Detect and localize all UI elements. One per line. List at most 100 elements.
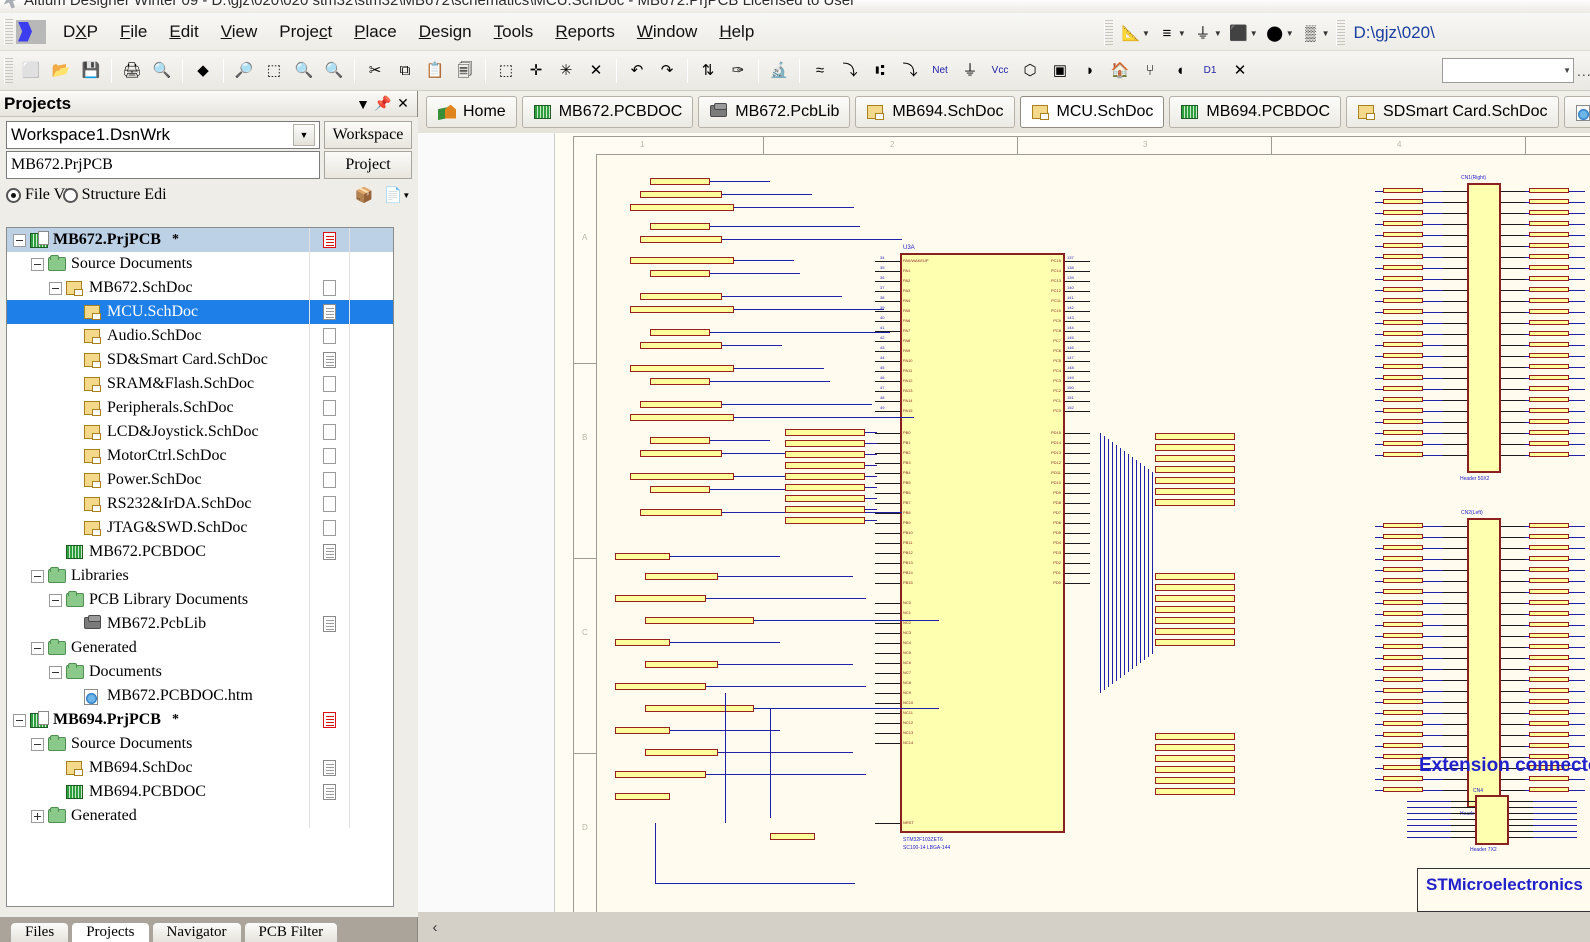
document-tab-mb672-pcblib[interactable]: MB672.PcbLib bbox=[698, 96, 851, 128]
tree-item[interactable]: Documents bbox=[7, 660, 393, 684]
tree-item[interactable]: MB694.PCBDOC bbox=[7, 780, 393, 804]
chevron-down-icon[interactable]: ▼ bbox=[1322, 29, 1330, 38]
hierarchy-button[interactable]: ⇅ bbox=[694, 57, 722, 85]
radio-file-view[interactable]: File Vi bbox=[6, 186, 69, 204]
menu-item-reports[interactable]: Reports bbox=[544, 18, 626, 46]
browse-library-button[interactable]: 🔬 bbox=[765, 57, 793, 85]
tree-item[interactable]: MB672.PrjPCB * bbox=[7, 228, 393, 252]
pin-icon[interactable]: 📌 bbox=[373, 95, 393, 112]
tree-item[interactable]: SD&Smart Card.SchDoc bbox=[7, 348, 393, 372]
tree-item[interactable]: MB694.PrjPCB * bbox=[7, 708, 393, 732]
place-part-button[interactable]: ⬡ bbox=[1016, 57, 1044, 85]
project-tree[interactable]: MB672.PrjPCB * Source Documents MB672.SchDo… bbox=[6, 227, 394, 907]
chevron-down-icon[interactable]: ▼ bbox=[1250, 29, 1258, 38]
place-harness-button[interactable]: ⑂ bbox=[1136, 57, 1164, 85]
alignment-tools-button[interactable]: ≡ bbox=[1153, 19, 1181, 47]
path-grip[interactable] bbox=[1335, 20, 1345, 46]
chevron-down-icon[interactable]: ▼ bbox=[1214, 29, 1222, 38]
clear-filter-button[interactable]: ✕ bbox=[582, 57, 610, 85]
collapse-icon[interactable] bbox=[31, 641, 44, 655]
radio-structure-editor[interactable]: Structure Edi bbox=[62, 186, 167, 204]
redo-button[interactable]: ↷ bbox=[653, 57, 681, 85]
menu-item-file[interactable]: File bbox=[109, 18, 158, 46]
collapse-icon[interactable] bbox=[31, 569, 44, 583]
menu-item-view[interactable]: View bbox=[210, 18, 269, 46]
chevron-down-icon[interactable]: ▼ bbox=[293, 124, 315, 146]
document-tab-mb69[interactable]: MB69 bbox=[1563, 96, 1590, 128]
tree-item[interactable]: Source Documents bbox=[7, 252, 393, 276]
tree-item[interactable]: JTAG&SWD.SchDoc bbox=[7, 516, 393, 540]
collapse-icon[interactable] bbox=[31, 257, 44, 271]
collapse-icon[interactable] bbox=[13, 713, 26, 727]
project-button[interactable]: Project bbox=[324, 151, 412, 179]
tree-item[interactable]: MCU.SchDoc bbox=[7, 300, 393, 324]
expand-icon[interactable] bbox=[31, 809, 44, 823]
new-document-button[interactable]: ⬜ bbox=[17, 57, 45, 85]
panel-tab-navigator[interactable]: Navigator bbox=[151, 922, 242, 942]
place-sheet-entry-button[interactable]: ◗ bbox=[1076, 57, 1104, 85]
tree-item[interactable]: MB672.PCBDOC bbox=[7, 540, 393, 564]
panel-tab-pcb-filter[interactable]: PCB Filter bbox=[243, 922, 339, 942]
document-tab-mcu-schdoc[interactable]: MCU.SchDoc bbox=[1019, 96, 1165, 128]
collapse-icon[interactable] bbox=[49, 281, 62, 295]
tree-item[interactable]: SRAM&Flash.SchDoc bbox=[7, 372, 393, 396]
place-device-sheet-button[interactable]: 🏠 bbox=[1106, 57, 1134, 85]
zoom-area-button[interactable]: ⬚ bbox=[260, 57, 288, 85]
place-bus-entry-button[interactable]: ⑆ bbox=[866, 57, 894, 85]
tree-item[interactable]: MB672.PCBDOC.htm bbox=[7, 684, 393, 708]
place-line-button[interactable]: ⤵ bbox=[896, 57, 924, 85]
menu-item-design[interactable]: Design bbox=[408, 18, 483, 46]
panel-tab-files[interactable]: Files bbox=[10, 922, 70, 942]
select-area-button[interactable]: ⬚ bbox=[492, 57, 520, 85]
save-button[interactable]: 💾 bbox=[77, 57, 105, 85]
document-tab-mb672-pcbdoc[interactable]: MB672.PCBDOC bbox=[521, 96, 694, 128]
chevron-down-icon[interactable]: ▼ bbox=[1142, 29, 1150, 38]
place-port-button[interactable]: D1 bbox=[1196, 57, 1224, 85]
menu-item-help[interactable]: Help bbox=[708, 18, 765, 46]
menu-item-tools[interactable]: Tools bbox=[483, 18, 545, 46]
power-port-tools-button[interactable]: ⏚ bbox=[1189, 19, 1217, 47]
document-tab-mb694-pcbdoc[interactable]: MB694.PCBDOC bbox=[1169, 96, 1342, 128]
place-harness-entry-button[interactable]: ◖ bbox=[1166, 57, 1194, 85]
place-gnd-button[interactable]: ⏚ bbox=[956, 57, 984, 85]
menu-item-place[interactable]: Place bbox=[343, 18, 408, 46]
schematic-canvas[interactable]: 1 2 3 4 A B C D U3A STM32F103ZET6 SC100-… bbox=[418, 133, 1590, 942]
workspace-button[interactable]: Workspace bbox=[324, 121, 412, 149]
zoom-filter-button[interactable]: 🔍 bbox=[320, 57, 348, 85]
paste-button[interactable]: 📋 bbox=[421, 57, 449, 85]
tree-item[interactable]: Libraries bbox=[7, 564, 393, 588]
collapse-icon[interactable] bbox=[13, 233, 26, 247]
chevron-down-icon[interactable]: ▼ bbox=[1286, 29, 1294, 38]
tree-item[interactable]: Source Documents bbox=[7, 732, 393, 756]
undo-button[interactable]: ↶ bbox=[623, 57, 651, 85]
print-button[interactable]: 🖨 bbox=[118, 57, 146, 85]
menubar-grip[interactable] bbox=[4, 18, 13, 45]
panel-tab-projects[interactable]: Projects bbox=[71, 922, 150, 942]
zoom-selected-button[interactable]: 🔍 bbox=[290, 57, 318, 85]
project-value[interactable]: MB672.PrjPCB bbox=[6, 151, 320, 179]
cn4-connector[interactable] bbox=[1475, 795, 1509, 845]
tree-item[interactable]: Audio.SchDoc bbox=[7, 324, 393, 348]
place-wire-button[interactable]: ≈ bbox=[806, 57, 834, 85]
tree-item[interactable]: PCB Library Documents bbox=[7, 588, 393, 612]
print-preview-button[interactable]: 🔍 bbox=[148, 57, 176, 85]
menu-item-window[interactable]: Window bbox=[626, 18, 708, 46]
scrollbar-track[interactable] bbox=[446, 919, 1590, 935]
chevron-down-icon[interactable]: ▼ bbox=[353, 96, 373, 112]
place-net-label-button[interactable]: Net bbox=[926, 57, 954, 85]
filter-ellipsis-button[interactable]: ... bbox=[1577, 63, 1590, 79]
collapse-icon[interactable] bbox=[49, 665, 62, 679]
document-tab-home[interactable]: Home bbox=[426, 96, 517, 128]
utilities-grip[interactable] bbox=[1104, 20, 1113, 46]
workspace-combo[interactable]: Workspace1.DsnWrk ▼ bbox=[6, 121, 320, 149]
menu-item-edit[interactable]: Edit bbox=[158, 18, 209, 46]
tree-item[interactable]: Peripherals.SchDoc bbox=[7, 396, 393, 420]
place-no-erc-button[interactable]: ✕ bbox=[1226, 57, 1254, 85]
copy-button[interactable]: ⧉ bbox=[391, 57, 419, 85]
scroll-left-button[interactable]: ‹ bbox=[424, 916, 446, 938]
menu-item-project[interactable]: Project bbox=[268, 18, 343, 46]
tree-item[interactable]: LCD&Joystick.SchDoc bbox=[7, 420, 393, 444]
tree-item[interactable]: MB672.PcbLib bbox=[7, 612, 393, 636]
tree-item[interactable]: MB694.SchDoc bbox=[7, 756, 393, 780]
place-bus-button[interactable]: ⤵ bbox=[836, 57, 864, 85]
